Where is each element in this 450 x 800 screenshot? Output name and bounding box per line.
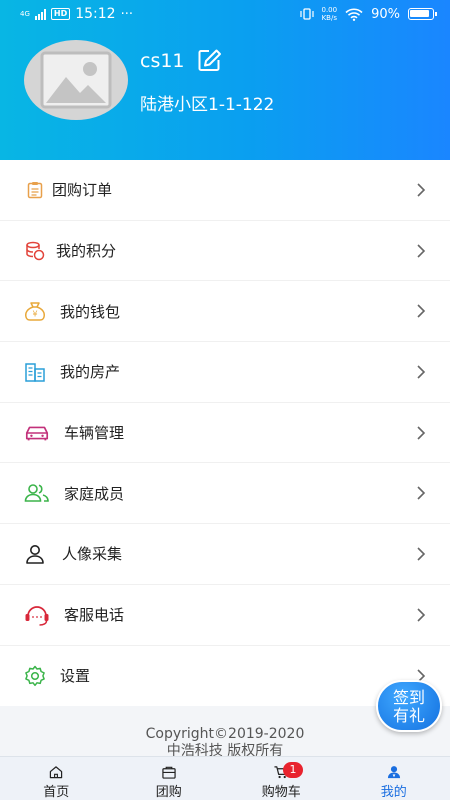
family-icon xyxy=(24,480,50,506)
menu-item-label: 人像采集 xyxy=(62,545,123,564)
chevron-right-icon xyxy=(417,426,426,440)
svg-text:¥: ¥ xyxy=(32,310,37,319)
image-placeholder-icon xyxy=(40,51,112,109)
menu-item-label: 客服电话 xyxy=(64,606,125,625)
avatar[interactable] xyxy=(24,40,128,120)
menu-item-group-orders[interactable]: 团购订单 xyxy=(0,160,450,221)
menu-item-label: 车辆管理 xyxy=(64,424,125,443)
menu-item-label: 设置 xyxy=(60,667,91,686)
vibrate-icon xyxy=(299,8,314,20)
status-time: 15:12 xyxy=(75,6,116,22)
shop-icon xyxy=(162,766,176,779)
tab-label: 购物车 xyxy=(261,785,301,800)
bottom-tab-bar: 首页 团购 购物车 1 我的 xyxy=(0,756,450,800)
tab-group-buy[interactable]: 团购 xyxy=(113,757,226,800)
checkin-reward-button[interactable]: 签到 有礼 xyxy=(376,680,442,732)
clipboard-icon xyxy=(22,177,48,203)
tab-home[interactable]: 首页 xyxy=(0,757,113,800)
profile-header: 4G HD 15:12 ··· 0.00 KB/s 90% cs11 陆港小区1… xyxy=(0,0,450,160)
car-icon xyxy=(24,420,50,446)
checkin-line-2: 有礼 xyxy=(392,706,425,725)
chevron-right-icon xyxy=(417,365,426,379)
menu-item-vehicles[interactable]: 车辆管理 xyxy=(0,402,450,464)
money-bag-icon: ¥ xyxy=(22,298,48,324)
hd-badge: HD xyxy=(50,8,71,20)
menu-item-label: 我的房产 xyxy=(60,363,121,382)
headset-icon xyxy=(24,602,50,628)
coins-icon xyxy=(22,238,48,264)
chevron-right-icon xyxy=(417,243,426,258)
edit-icon[interactable] xyxy=(197,48,223,72)
home-icon xyxy=(50,766,63,779)
status-bar: 4G HD 15:12 ··· 0.00 KB/s 90% xyxy=(0,0,450,30)
tab-mine[interactable]: 我的 xyxy=(338,757,450,800)
menu-item-family[interactable]: 家庭成员 xyxy=(0,463,450,525)
person-icon xyxy=(22,541,48,567)
chevron-right-icon xyxy=(417,304,426,318)
profile-icon xyxy=(387,766,400,779)
more-icon: ··· xyxy=(120,6,133,22)
menu-item-points[interactable]: 我的积分 xyxy=(0,220,450,282)
chevron-right-icon xyxy=(417,608,426,622)
copyright-footer: Copyright©2019-2020 中浩科技 版权所有 xyxy=(0,726,450,760)
menu-item-label: 我的积分 xyxy=(56,242,117,261)
address: 陆港小区1-1-122 xyxy=(140,95,275,115)
net-speed: 0.00 KB/s xyxy=(321,6,338,22)
tab-label: 团购 xyxy=(155,785,182,800)
gear-icon xyxy=(22,663,48,689)
battery-percent: 90% xyxy=(371,6,400,22)
menu-list: 团购订单 我的积分 ¥ 我的钱包 我的房产 车辆管理 家庭成员 人像采集 客服电… xyxy=(0,160,450,707)
chevron-right-icon xyxy=(417,486,426,500)
chevron-right-icon xyxy=(417,183,426,197)
menu-item-wallet[interactable]: ¥ 我的钱包 xyxy=(0,281,450,343)
wifi-icon xyxy=(345,8,363,21)
cart-count-badge: 1 xyxy=(283,762,303,778)
menu-item-label: 家庭成员 xyxy=(64,484,125,503)
menu-item-property[interactable]: 我的房产 xyxy=(0,342,450,403)
network-type: 4G xyxy=(20,10,30,18)
tab-label: 我的 xyxy=(380,785,407,800)
battery-icon xyxy=(408,8,437,20)
copyright-text: Copyright©2019-2020 xyxy=(145,726,305,742)
menu-item-face-capture[interactable]: 人像采集 xyxy=(0,524,450,585)
checkin-line-1: 签到 xyxy=(392,688,425,707)
menu-item-label: 我的钱包 xyxy=(60,302,121,321)
building-icon xyxy=(22,359,48,385)
chevron-right-icon xyxy=(417,547,426,561)
tab-cart[interactable]: 购物车 1 xyxy=(225,757,338,800)
username: cs11 xyxy=(140,50,185,72)
menu-item-customer-service[interactable]: 客服电话 xyxy=(0,584,450,646)
tab-label: 首页 xyxy=(43,785,70,800)
menu-item-label: 团购订单 xyxy=(52,181,113,200)
signal-icon xyxy=(34,8,46,20)
